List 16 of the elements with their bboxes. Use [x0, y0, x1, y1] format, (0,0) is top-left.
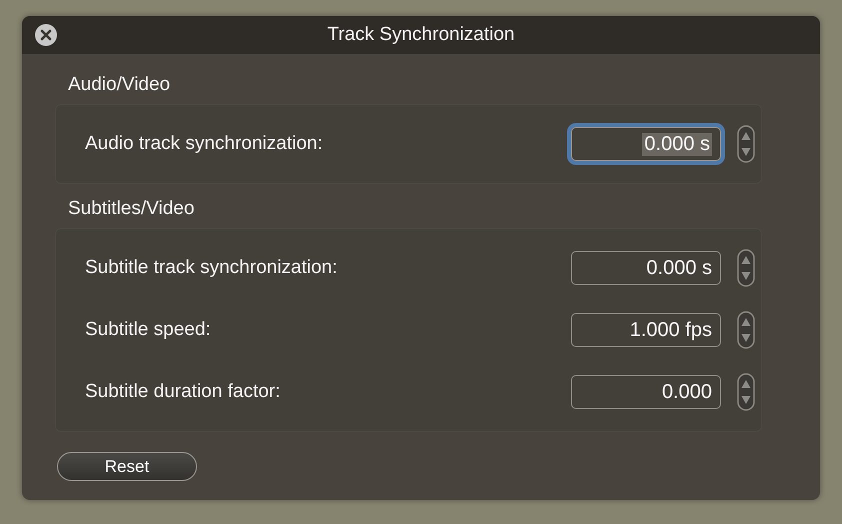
window-title: Track Synchronization: [327, 24, 515, 46]
number-field[interactable]: 0.000 s: [571, 251, 721, 285]
section-heading: Subtitles/Video: [67, 198, 196, 221]
field-label: Subtitle duration factor:: [85, 381, 282, 403]
field-label: Audio track synchronization:: [85, 133, 324, 155]
stepper-icon[interactable]: [737, 125, 755, 163]
section-heading: Audio/Video: [67, 74, 172, 97]
stepper-icon[interactable]: [737, 373, 755, 411]
stepper-icon[interactable]: [737, 311, 755, 349]
field-label: Subtitle track synchronization:: [85, 257, 338, 279]
number-field[interactable]: 0.000: [571, 375, 721, 409]
reset-button[interactable]: Reset: [57, 452, 197, 481]
close-icon[interactable]: [35, 24, 57, 46]
number-field[interactable]: 1.000 fps: [571, 313, 721, 347]
stepper-icon[interactable]: [737, 249, 755, 287]
field-label: Subtitle speed:: [85, 319, 212, 341]
